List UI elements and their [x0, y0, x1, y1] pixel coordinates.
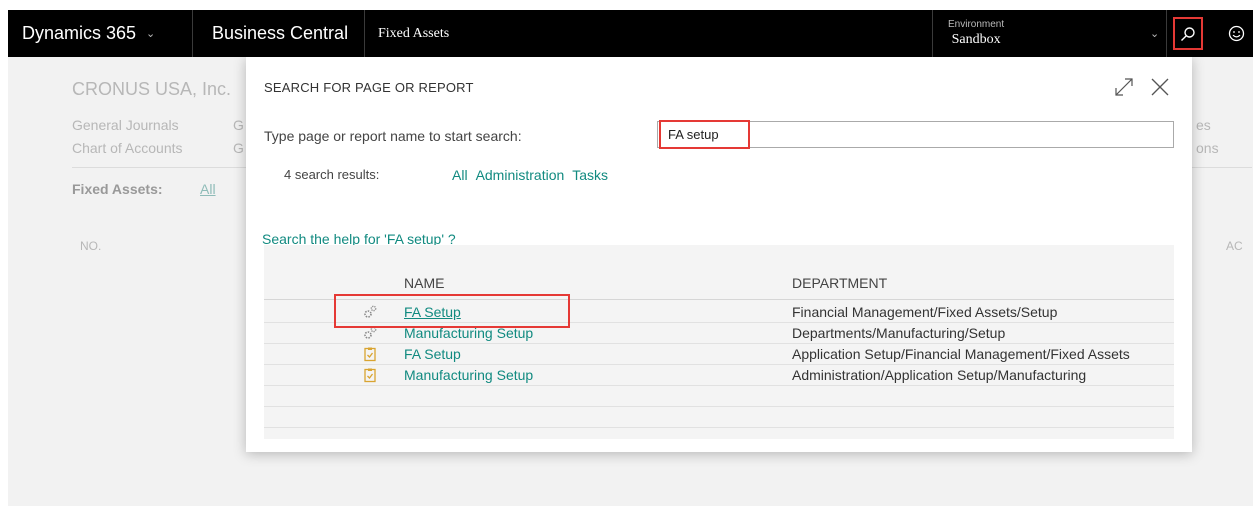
filter-label: Fixed Assets: [72, 181, 163, 197]
nav-item-partial: es [1196, 117, 1211, 133]
top-navigation-bar: Dynamics 365 ⌄ Business Central Fixed As… [8, 10, 1253, 57]
results-count: 4 search results: [284, 167, 380, 182]
table-row[interactable]: Manufacturing Setup Administration/Appli… [264, 365, 1174, 386]
column-header-name: NAME [404, 275, 445, 291]
result-department: Financial Management/Fixed Assets/Setup [792, 304, 1058, 320]
close-button[interactable] [1148, 75, 1172, 99]
company-title: CRONUS USA, Inc. [72, 79, 232, 99]
search-button[interactable] [1173, 17, 1203, 50]
close-icon [1151, 78, 1169, 96]
nav-general-journals: General Journals [72, 117, 179, 133]
smiley-icon [1228, 25, 1245, 42]
result-department: Application Setup/Financial Management/F… [792, 346, 1130, 362]
column-header-partial: AC [1226, 239, 1243, 253]
company-name[interactable]: Fixed Assets [378, 10, 449, 57]
divider [932, 10, 933, 57]
dialog-title: SEARCH FOR PAGE OR REPORT [264, 80, 474, 95]
result-name-link[interactable]: FA Setup [404, 346, 461, 362]
nav-item-partial: ons [1196, 140, 1219, 156]
table-row[interactable]: FA Setup Application Setup/Financial Man… [264, 344, 1174, 365]
filter-all[interactable]: All [452, 167, 468, 183]
gears-icon [362, 304, 378, 320]
result-name-link[interactable]: Manufacturing Setup [404, 367, 533, 383]
gears-icon [362, 325, 378, 341]
filter-administration[interactable]: Administration [476, 167, 565, 183]
divider [264, 427, 1174, 428]
search-icon [1181, 26, 1195, 41]
chevron-down-icon[interactable]: ⌄ [1150, 10, 1159, 57]
clipboard-check-icon [362, 346, 378, 362]
search-dialog: SEARCH FOR PAGE OR REPORT Type page or r… [246, 57, 1192, 452]
nav-item-partial: G [233, 117, 244, 133]
result-filters: All Administration Tasks [452, 167, 608, 183]
divider [192, 10, 193, 57]
table-row [264, 407, 1174, 428]
table-row[interactable]: Manufacturing Setup Departments/Manufact… [264, 323, 1174, 344]
table-row [264, 386, 1174, 407]
search-input[interactable] [657, 121, 1174, 148]
result-department: Administration/Application Setup/Manufac… [792, 367, 1087, 383]
nav-item-partial: G [233, 140, 244, 156]
result-name-link[interactable]: FA Setup [404, 304, 461, 320]
column-header-department: DEPARTMENT [792, 275, 888, 291]
nav-chart-of-accounts: Chart of Accounts [72, 140, 183, 156]
clipboard-check-icon [362, 367, 378, 383]
brand-label: Dynamics 365 [22, 23, 137, 43]
result-name-link[interactable]: Manufacturing Setup [404, 325, 533, 341]
environment-value: Sandbox [951, 31, 1001, 47]
results-table: NAME DEPARTMENT FA Setup Financial Manag… [264, 245, 1174, 439]
feedback-button[interactable] [1228, 10, 1245, 57]
divider [1166, 10, 1167, 57]
filter-all: All [200, 181, 216, 197]
divider [264, 299, 1174, 300]
environment-label: Environment [948, 18, 1005, 30]
environment-selector[interactable]: Environment Sandbox [948, 10, 1004, 57]
app-launcher[interactable]: Dynamics 365 ⌄ [22, 10, 155, 57]
chevron-down-icon: ⌄ [146, 28, 156, 40]
divider [364, 10, 365, 57]
search-prompt: Type page or report name to start search… [264, 128, 522, 144]
table-row[interactable]: FA Setup Financial Management/Fixed Asse… [264, 302, 1174, 323]
column-header-no: NO. [80, 239, 102, 253]
expand-icon [1115, 78, 1133, 96]
filter-tasks[interactable]: Tasks [572, 167, 608, 183]
expand-button[interactable] [1112, 75, 1136, 99]
product-name[interactable]: Business Central [212, 10, 348, 57]
result-department: Departments/Manufacturing/Setup [792, 325, 1006, 341]
